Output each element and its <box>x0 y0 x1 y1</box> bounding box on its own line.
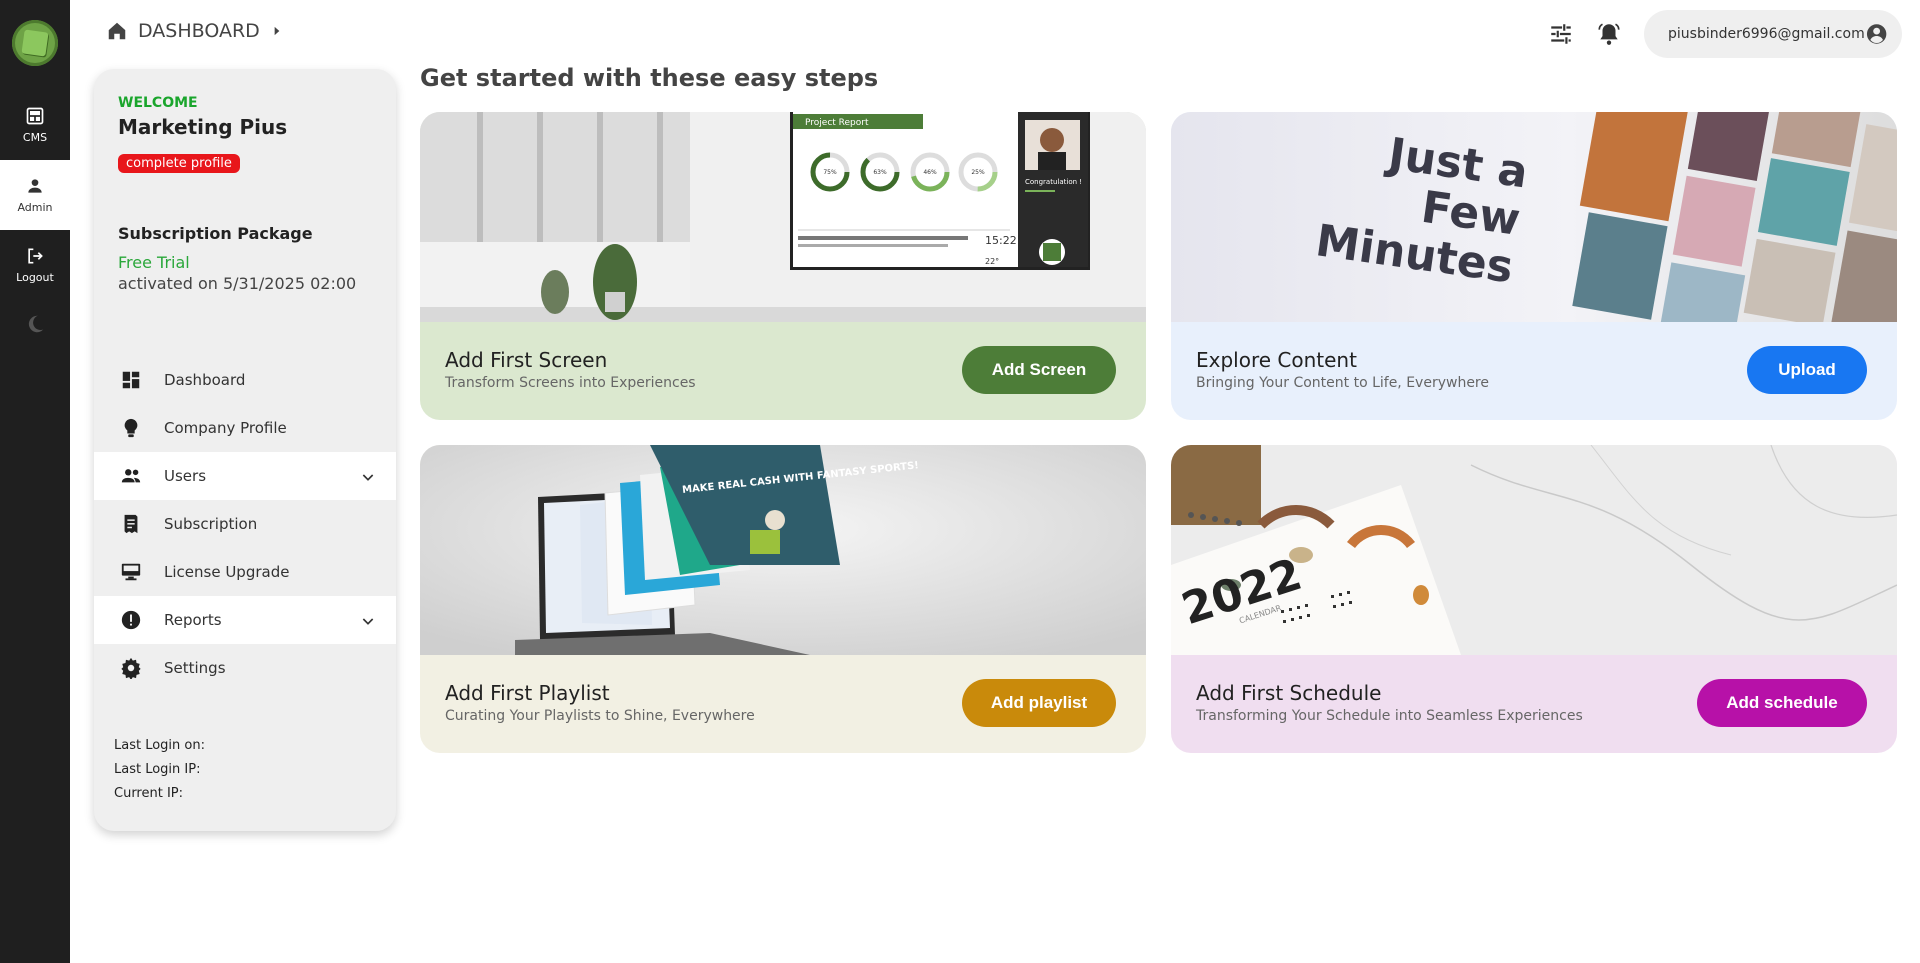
report-percent-3: 46% <box>923 169 937 176</box>
receipt-icon <box>124 514 138 534</box>
logout-icon <box>28 248 43 264</box>
chevron-down-icon[interactable] <box>360 613 376 629</box>
sliders-icon[interactable] <box>1548 21 1574 47</box>
office-illustration: Project Report 75% 63% 46% 25% 15:22 22° <box>420 112 1146 322</box>
card-title: Explore Content <box>1196 348 1357 372</box>
menu-item-reports[interactable]: Reports <box>94 596 396 644</box>
congrats-text: Congratulation ! <box>1025 178 1082 186</box>
card-subtitle: Curating Your Playlists to Shine, Everyw… <box>445 708 755 724</box>
card-title: Add First Screen <box>445 348 608 372</box>
laptop-playlist-image: MAKE REAL CASH WITH FANTASY SPORTS! <box>420 445 1146 655</box>
content-collage-image: Just a Few Minutes <box>1171 112 1897 322</box>
card-subtitle: Bringing Your Content to Life, Everywher… <box>1196 375 1489 391</box>
card-title: Add First Schedule <box>1196 681 1382 705</box>
users-icon <box>121 469 141 483</box>
page-heading: Get started with these easy steps <box>420 64 879 92</box>
add-playlist-button[interactable]: Add playlist <box>962 679 1116 727</box>
menu-item-label: Dashboard <box>164 371 246 389</box>
calendar-marble-image: 2022 CALENDAR <box>1171 445 1897 655</box>
upload-button[interactable]: Upload <box>1747 346 1867 394</box>
menu-item-license-upgrade[interactable]: License Upgrade <box>94 548 396 596</box>
add-screen-button[interactable]: Add Screen <box>962 346 1116 394</box>
rail-item-label: CMS <box>22 131 48 144</box>
welcome-label: WELCOME <box>118 95 198 111</box>
home-icon[interactable] <box>106 20 128 42</box>
card-add-first-schedule: 2022 CALENDAR Add First Schedule Transfo… <box>1171 445 1897 753</box>
monitor-icon <box>121 563 141 581</box>
menu-item-company-profile[interactable]: Company Profile <box>94 404 396 452</box>
bell-icon[interactable] <box>1596 21 1622 47</box>
moon-icon[interactable] <box>24 313 46 335</box>
chevron-down-icon[interactable] <box>360 469 376 485</box>
menu-item-label: Settings <box>164 659 226 677</box>
last-login-ip: Last Login IP: <box>114 762 201 777</box>
menu-item-settings[interactable]: Settings <box>94 644 396 692</box>
cms-icon <box>26 107 44 125</box>
laptop-illustration: MAKE REAL CASH WITH FANTASY SPORTS! <box>420 445 1146 655</box>
last-login-on: Last Login on: <box>114 738 205 753</box>
menu-item-label: Users <box>164 467 207 485</box>
top-right-toolbar: piusbinder6996@gmail.com <box>1548 10 1920 58</box>
rail-item-cms[interactable]: CMS <box>0 90 70 160</box>
breadcrumb: DASHBOARD <box>106 20 284 42</box>
profile-panel: WELCOME Marketing Pius complete profile … <box>94 69 396 831</box>
screen-time: 15:22 <box>985 234 1017 247</box>
user-name: Marketing Pius <box>118 115 288 139</box>
rail-item-label: Admin <box>17 201 53 214</box>
login-info: Last Login on: Last Login IP: Current IP… <box>114 734 205 806</box>
left-rail: CMS Admin Logout <box>0 0 70 963</box>
person-icon <box>28 179 42 193</box>
menu-item-label: Company Profile <box>164 419 287 437</box>
rail-item-admin[interactable]: Admin <box>0 160 70 230</box>
report-title: Project Report <box>805 118 869 128</box>
menu-item-dashboard[interactable]: Dashboard <box>94 356 396 404</box>
rail-item-logout[interactable]: Logout <box>0 230 70 300</box>
collage-illustration: Just a Few Minutes <box>1171 112 1897 322</box>
user-email: piusbinder6996@gmail.com <box>1668 26 1865 42</box>
logo-square <box>21 29 49 57</box>
card-explore-content: Just a Few Minutes Explore Content Bring… <box>1171 112 1897 420</box>
side-menu: Dashboard Company Profile Users Subscrip… <box>94 356 396 692</box>
screen-temp: 22° <box>985 257 999 266</box>
add-schedule-button[interactable]: Add schedule <box>1697 679 1867 727</box>
menu-item-label: Reports <box>164 611 222 629</box>
current-ip: Current IP: <box>114 786 184 801</box>
subscription-title: Subscription Package <box>118 224 313 243</box>
dashboard-icon <box>122 371 140 389</box>
report-percent-2: 63% <box>873 169 887 176</box>
caret-right-icon <box>274 26 280 36</box>
rail-item-label: Logout <box>16 271 54 284</box>
report-percent-4: 25% <box>971 169 985 176</box>
card-title: Add First Playlist <box>445 681 610 705</box>
alert-circle-icon <box>121 610 141 630</box>
plan-activated: activated on 5/31/2025 02:00 <box>118 274 357 293</box>
card-subtitle: Transform Screens into Experiences <box>445 375 696 391</box>
menu-item-users[interactable]: Users <box>94 452 396 500</box>
plan-name: Free Trial <box>118 253 190 272</box>
calendar-illustration: 2022 CALENDAR <box>1171 445 1897 655</box>
office-screen-image: Project Report 75% 63% 46% 25% 15:22 22° <box>420 112 1146 322</box>
lightbulb-icon <box>124 418 138 438</box>
gear-icon <box>121 657 141 679</box>
app-logo[interactable] <box>12 20 58 66</box>
user-menu[interactable]: piusbinder6996@gmail.com <box>1644 10 1902 58</box>
complete-profile-badge[interactable]: complete profile <box>118 154 240 173</box>
card-subtitle: Transforming Your Schedule into Seamless… <box>1196 708 1583 724</box>
breadcrumb-label[interactable]: DASHBOARD <box>138 20 260 42</box>
account-circle-icon <box>1866 24 1887 44</box>
report-percent-1: 75% <box>823 169 837 176</box>
menu-item-label: License Upgrade <box>164 563 290 581</box>
card-add-first-screen: Project Report 75% 63% 46% 25% 15:22 22° <box>420 112 1146 420</box>
card-add-first-playlist: MAKE REAL CASH WITH FANTASY SPORTS! Add … <box>420 445 1146 753</box>
menu-item-subscription[interactable]: Subscription <box>94 500 396 548</box>
menu-item-label: Subscription <box>164 515 258 533</box>
